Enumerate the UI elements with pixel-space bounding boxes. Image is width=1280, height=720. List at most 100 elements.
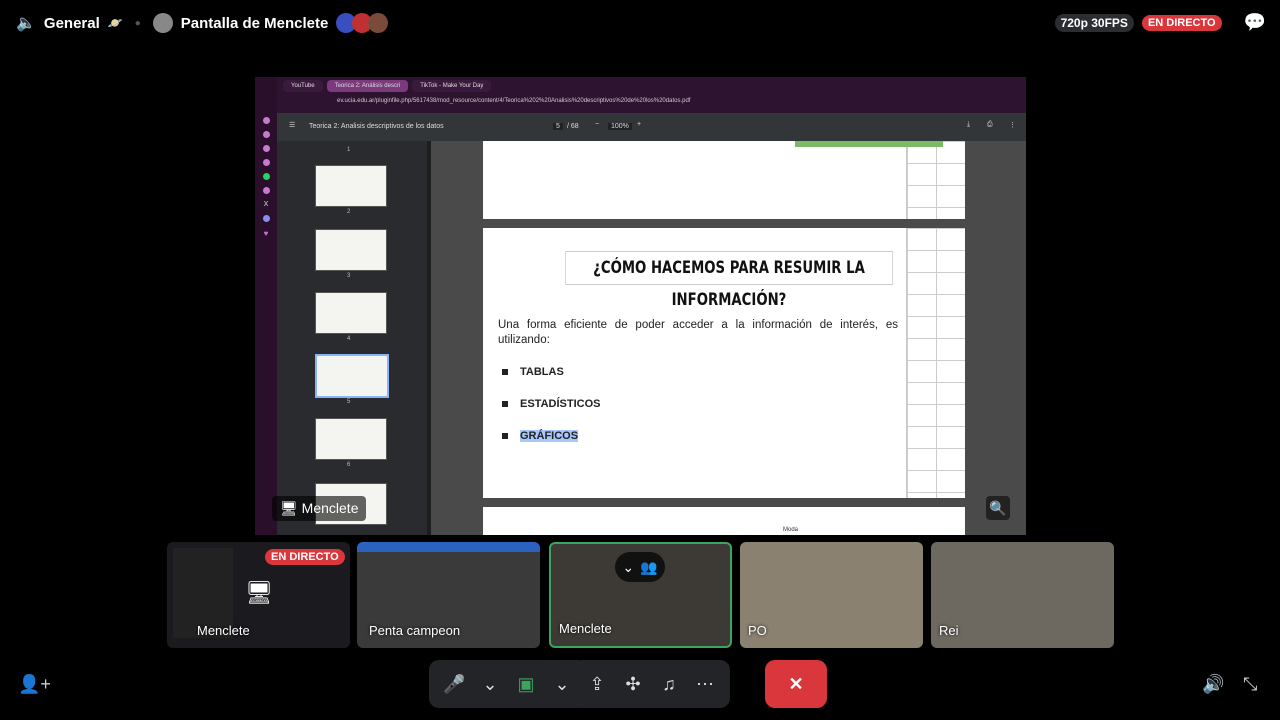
more-options-icon[interactable]: ⋮	[1009, 121, 1016, 129]
separator-dot: ●	[134, 17, 141, 29]
screen-share-icon[interactable]: ⇪	[586, 674, 608, 695]
next-page-hint: Moda	[783, 527, 799, 533]
activities-icon[interactable]: ✣	[622, 674, 644, 695]
presenter-name: Menclete	[301, 500, 359, 516]
zoom-out-button[interactable]: −	[595, 121, 599, 128]
thumb-number: 2	[347, 209, 351, 215]
menu-icon[interactable]: ☰	[289, 121, 295, 129]
more-icon[interactable]: ⋯	[694, 674, 716, 695]
participant-name: Menclete	[559, 621, 612, 636]
avatar	[368, 13, 389, 33]
exit-fullscreen-icon[interactable]: ⤡	[1243, 674, 1257, 695]
thumb-number: 3	[347, 273, 351, 279]
viewer-avatars[interactable]	[336, 13, 389, 33]
thumb-number: 5	[347, 399, 351, 405]
voice-controls: 🎤 ⌄ ▣ ⌄	[429, 660, 587, 708]
whatsapp-icon[interactable]	[262, 173, 270, 180]
top-bar: 🔈 General 🪐 ● Pantalla de Menclete 720p …	[0, 0, 1280, 46]
tile-popout-controls[interactable]: ⌄ 👥	[615, 552, 665, 582]
chat-bubble-icon[interactable]: 💬	[1244, 12, 1266, 33]
quality-badge: 720p 30FPS	[1054, 13, 1134, 32]
pdf-page-previous	[483, 141, 965, 219]
bullet-text: ESTADÍSTICOS	[520, 398, 601, 410]
pdf-page-next: Moda	[483, 507, 965, 535]
chevron-down-icon[interactable]: ⌄	[479, 674, 501, 695]
page-thumbnail[interactable]	[315, 165, 387, 207]
slide-title: ¿CÓMO HACEMOS PARA RESUMIR LA INFORMACIÓ…	[565, 251, 893, 310]
green-bar	[795, 141, 943, 147]
sidebar-app-icon[interactable]	[262, 117, 270, 124]
zoom-in-button[interactable]: +	[637, 121, 641, 128]
print-icon[interactable]: ⎙	[987, 121, 993, 129]
page-thumbnail[interactable]	[315, 292, 387, 334]
camera-icon[interactable]: ▣	[515, 674, 537, 695]
channel-name[interactable]: General	[44, 15, 100, 32]
volume-icon[interactable]: 🔊	[1202, 674, 1224, 695]
address-bar[interactable]: ev.ucia.edu.ar/pluginfile.php/5617438/mo…	[337, 98, 690, 104]
slide-intro: Una forma eficiente de poder acceder a l…	[498, 319, 898, 346]
add-user-icon[interactable]: 👤+	[18, 674, 51, 695]
channel-header: 🔈 General 🪐 ● Pantalla de Menclete	[0, 13, 389, 33]
soundboard-icon[interactable]: ♫	[658, 674, 680, 695]
zoom-button[interactable]: 🔍	[986, 496, 1010, 520]
sidebar-app-icon[interactable]	[262, 131, 270, 138]
chevron-down-icon[interactable]: ⌄	[551, 674, 573, 695]
end-call-button[interactable]: ✕	[765, 660, 827, 708]
bullet-item: TABLAS	[502, 366, 564, 378]
zoom-level[interactable]: 100%	[608, 123, 632, 130]
page-number-input[interactable]: 5	[553, 123, 563, 130]
users-icon[interactable]: 👥	[640, 559, 657, 576]
participant-name: Menclete	[197, 623, 250, 638]
magnifier-icon: 🔍	[989, 499, 1007, 516]
page-total: / 68	[567, 123, 579, 130]
participant-tile[interactable]: Rei	[931, 542, 1114, 648]
activity-controls: ⇪ ✣ ♫ ⋯	[572, 660, 730, 708]
heart-icon[interactable]: ♥	[264, 229, 269, 238]
participant-tile[interactable]: EN DIRECTO 🖥 Menclete	[167, 542, 350, 648]
grid-strip	[906, 228, 965, 498]
screen-share-stage[interactable]: X ♥ YouTube Teorica 2: Análisis descri T…	[255, 77, 1026, 535]
live-badge: EN DIRECTO	[1141, 14, 1222, 31]
tab-youtube[interactable]: YouTube	[283, 80, 323, 92]
chevron-down-icon[interactable]: ⌄	[622, 559, 634, 576]
pdf-title: Teorica 2: Analisis descriptivos de los …	[309, 123, 444, 130]
thumb-number: 4	[347, 336, 351, 342]
sidebar-app-icon[interactable]	[262, 159, 270, 166]
thumb-number: 6	[347, 462, 351, 468]
page-thumbnail-selected[interactable]	[315, 354, 389, 398]
participant-name: Penta campeon	[369, 623, 461, 638]
bullet-text: TABLAS	[520, 366, 564, 378]
browser-tabbar: YouTube Teorica 2: Análisis descri TikTo…	[277, 77, 1026, 113]
tab-tiktok[interactable]: TikTok - Make Your Day	[412, 80, 492, 92]
tile-screen-preview	[357, 542, 540, 552]
page-thumbnail[interactable]	[315, 229, 387, 271]
participant-tile[interactable]: Penta campeon	[357, 542, 540, 648]
page-thumbnail[interactable]	[315, 418, 387, 460]
end-call-icon: ✕	[788, 673, 804, 694]
speaker-icon: 🔈	[16, 15, 36, 32]
presenter-name-tag: 🖥 Menclete	[272, 496, 367, 521]
live-badge: EN DIRECTO	[265, 549, 345, 565]
monitor-icon: 🖥	[245, 580, 273, 605]
pdf-viewer[interactable]: ¿CÓMO HACEMOS PARA RESUMIR LA INFORMACIÓ…	[431, 141, 1026, 535]
discord-icon[interactable]	[262, 215, 270, 222]
planet-emoji-icon: 🪐	[107, 16, 123, 30]
participant-tile[interactable]: ⌄ 👥 Menclete	[549, 542, 732, 648]
bullet-item: GRÁFICOS	[502, 430, 579, 442]
pdf-page-current: ¿CÓMO HACEMOS PARA RESUMIR LA INFORMACIÓ…	[483, 228, 965, 498]
sidebar-app-icon[interactable]	[262, 145, 270, 152]
thumbnail-sidebar: 1 2 3 4 5 6	[277, 141, 427, 535]
sidebar-app-icon[interactable]	[262, 187, 270, 194]
download-icon[interactable]: ⤓	[967, 121, 970, 129]
tab-pdf[interactable]: Teorica 2: Análisis descri	[326, 80, 409, 92]
x-icon[interactable]: X	[264, 201, 269, 208]
bullet-text-selected: GRÁFICOS	[520, 430, 579, 442]
browser-sidebar: X ♥	[255, 77, 277, 535]
microphone-icon[interactable]: 🎤	[443, 674, 465, 695]
thumb-number: 1	[347, 147, 351, 153]
participant-tile[interactable]: PO	[740, 542, 923, 648]
pdf-toolbar: ☰ Teorica 2: Analisis descriptivos de lo…	[277, 113, 1026, 141]
stream-title: Pantalla de Menclete	[180, 14, 329, 32]
screen-icon: 🖥	[280, 500, 298, 516]
bullet-item: ESTADÍSTICOS	[502, 398, 600, 410]
